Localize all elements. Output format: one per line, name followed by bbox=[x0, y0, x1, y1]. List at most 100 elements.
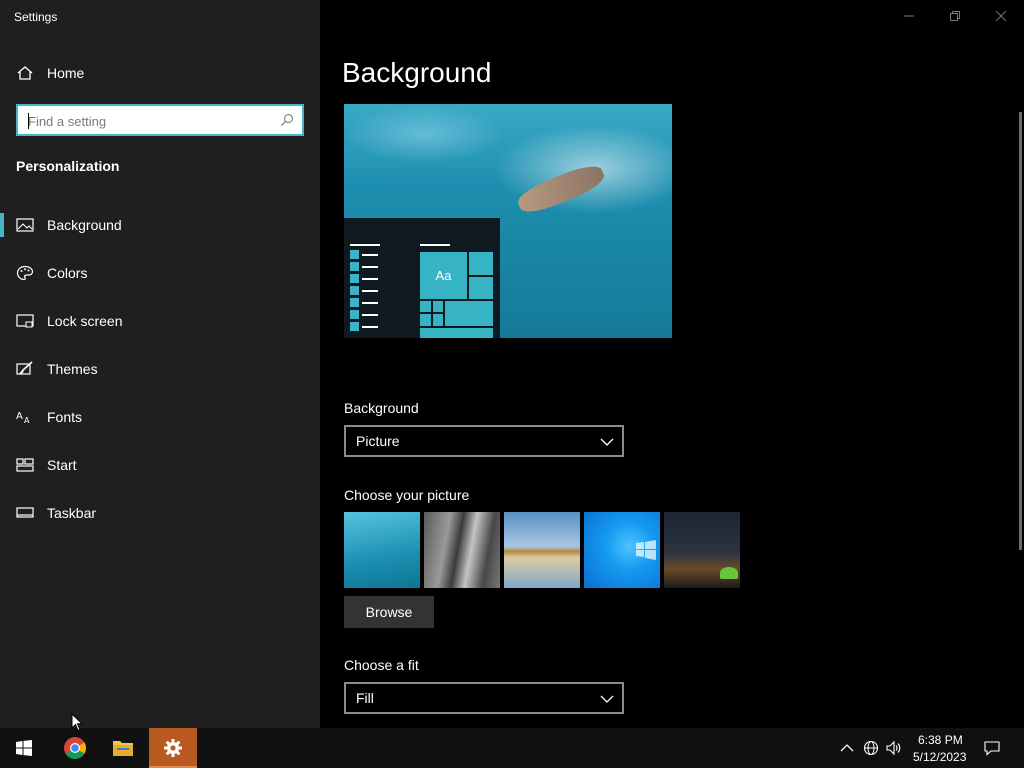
taskbar bbox=[0, 728, 1024, 768]
taskbar-chrome[interactable] bbox=[51, 728, 99, 768]
nav-home[interactable]: Home bbox=[0, 57, 320, 89]
volume-icon[interactable] bbox=[886, 740, 902, 756]
notification-button[interactable] bbox=[972, 728, 1012, 768]
window-controls bbox=[886, 0, 1024, 32]
notification-icon bbox=[984, 741, 1000, 756]
svg-text:A: A bbox=[24, 416, 30, 425]
fonts-icon: A A bbox=[16, 411, 30, 425]
window-title: Settings bbox=[14, 10, 58, 24]
folder-icon bbox=[113, 741, 133, 756]
picture-thumbnail-underwater[interactable] bbox=[344, 512, 420, 588]
scrollbar[interactable] bbox=[1019, 112, 1022, 550]
chevron-down-icon bbox=[600, 695, 614, 703]
network-globe-icon[interactable] bbox=[863, 740, 879, 756]
preview-menu-square bbox=[350, 322, 359, 331]
preview-menu-line bbox=[362, 278, 378, 280]
close-icon bbox=[996, 11, 1006, 21]
sidebar-item-colors[interactable]: Colors bbox=[0, 253, 320, 293]
section-title: Personalization bbox=[16, 158, 120, 174]
brush-icon bbox=[16, 361, 33, 375]
preview-menu-line bbox=[362, 314, 378, 316]
chevron-up-icon[interactable] bbox=[839, 740, 855, 756]
preview-menu-line bbox=[362, 266, 378, 268]
picture-thumbnail-rock[interactable] bbox=[424, 512, 500, 588]
chrome-icon bbox=[64, 737, 86, 759]
preview-menu-square bbox=[350, 262, 359, 271]
preview-tile bbox=[420, 328, 493, 338]
preview-tile bbox=[420, 314, 431, 326]
preview-tile bbox=[433, 301, 443, 312]
preview-menu-line bbox=[362, 254, 378, 256]
picture-thumbnail-windows-logo[interactable] bbox=[584, 512, 660, 588]
preview-menu-line bbox=[362, 290, 378, 292]
search-input[interactable] bbox=[28, 111, 278, 131]
preview-tile: Aa bbox=[420, 252, 467, 299]
sidebar-item-fonts[interactable]: A A Fonts bbox=[0, 397, 320, 437]
sidebar-item-label: Fonts bbox=[47, 409, 83, 425]
background-label: Background bbox=[344, 400, 419, 416]
taskbar-settings[interactable] bbox=[149, 728, 197, 768]
restore-icon bbox=[950, 11, 960, 21]
sidebar-item-label: Taskbar bbox=[47, 505, 97, 521]
taskbar-icon bbox=[16, 507, 34, 518]
fit-dropdown[interactable]: Fill bbox=[344, 682, 624, 714]
nav-home-label: Home bbox=[47, 65, 85, 81]
sidebar-item-label: Colors bbox=[47, 265, 88, 281]
preview-tile bbox=[433, 314, 443, 326]
text-caret bbox=[28, 113, 29, 129]
choose-fit-label: Choose a fit bbox=[344, 657, 419, 673]
sidebar-item-lock-screen[interactable]: Lock screen bbox=[0, 301, 320, 341]
lock-screen-icon bbox=[16, 314, 34, 328]
preview-menu-line bbox=[350, 244, 380, 246]
start-button[interactable] bbox=[0, 728, 48, 768]
preview-light-ripple bbox=[344, 104, 504, 164]
preview-start-menu: Aa bbox=[344, 218, 500, 338]
palette-icon bbox=[16, 265, 34, 281]
sidebar-item-label: Background bbox=[47, 217, 122, 233]
background-preview: Aa bbox=[344, 104, 672, 338]
preview-menu-square bbox=[350, 250, 359, 259]
picture-thumbnail-night-sky[interactable] bbox=[664, 512, 740, 588]
background-dropdown-value: Picture bbox=[356, 433, 400, 449]
windows-logo-icon bbox=[636, 540, 656, 560]
preview-tile bbox=[420, 301, 431, 312]
minimize-button[interactable] bbox=[886, 0, 932, 32]
browse-button[interactable]: Browse bbox=[344, 596, 434, 628]
preview-menu-square bbox=[350, 274, 359, 283]
selection-indicator bbox=[0, 213, 4, 237]
restore-button[interactable] bbox=[932, 0, 978, 32]
home-icon bbox=[17, 66, 33, 80]
preview-tile bbox=[445, 301, 493, 326]
sidebar-item-background[interactable]: Background bbox=[0, 205, 320, 245]
preview-menu-line bbox=[362, 326, 378, 328]
clock-time[interactable]: 6:38 PM bbox=[918, 733, 963, 747]
preview-menu-line bbox=[362, 302, 378, 304]
picture-thumbnail-beach[interactable] bbox=[504, 512, 580, 588]
taskbar-file-explorer[interactable] bbox=[99, 728, 147, 768]
picture-icon bbox=[16, 218, 34, 232]
clock-date[interactable]: 5/12/2023 bbox=[913, 750, 966, 764]
fit-dropdown-value: Fill bbox=[356, 690, 374, 706]
minimize-icon bbox=[904, 15, 914, 17]
sidebar-item-themes[interactable]: Themes bbox=[0, 349, 320, 389]
preview-menu-square bbox=[350, 310, 359, 319]
search-icon[interactable] bbox=[280, 113, 294, 127]
close-button[interactable] bbox=[978, 0, 1024, 32]
search-box[interactable] bbox=[16, 104, 304, 136]
svg-text:A: A bbox=[16, 411, 23, 422]
sidebar-item-label: Lock screen bbox=[47, 313, 123, 329]
start-icon bbox=[16, 458, 34, 472]
windows-start-icon bbox=[16, 740, 32, 756]
sidebar-item-label: Start bbox=[47, 457, 77, 473]
background-dropdown[interactable]: Picture bbox=[344, 425, 624, 457]
tent-glow bbox=[720, 567, 738, 579]
main-content: Background Aa Background Picture Choose … bbox=[320, 0, 1024, 728]
picture-thumbnails bbox=[344, 512, 740, 588]
preview-tile bbox=[469, 252, 493, 275]
preview-menu-square bbox=[350, 298, 359, 307]
gear-icon bbox=[164, 739, 182, 757]
sidebar-item-start[interactable]: Start bbox=[0, 445, 320, 485]
sidebar-item-taskbar[interactable]: Taskbar bbox=[0, 493, 320, 533]
chevron-down-icon bbox=[600, 438, 614, 446]
preview-menu-square bbox=[350, 286, 359, 295]
